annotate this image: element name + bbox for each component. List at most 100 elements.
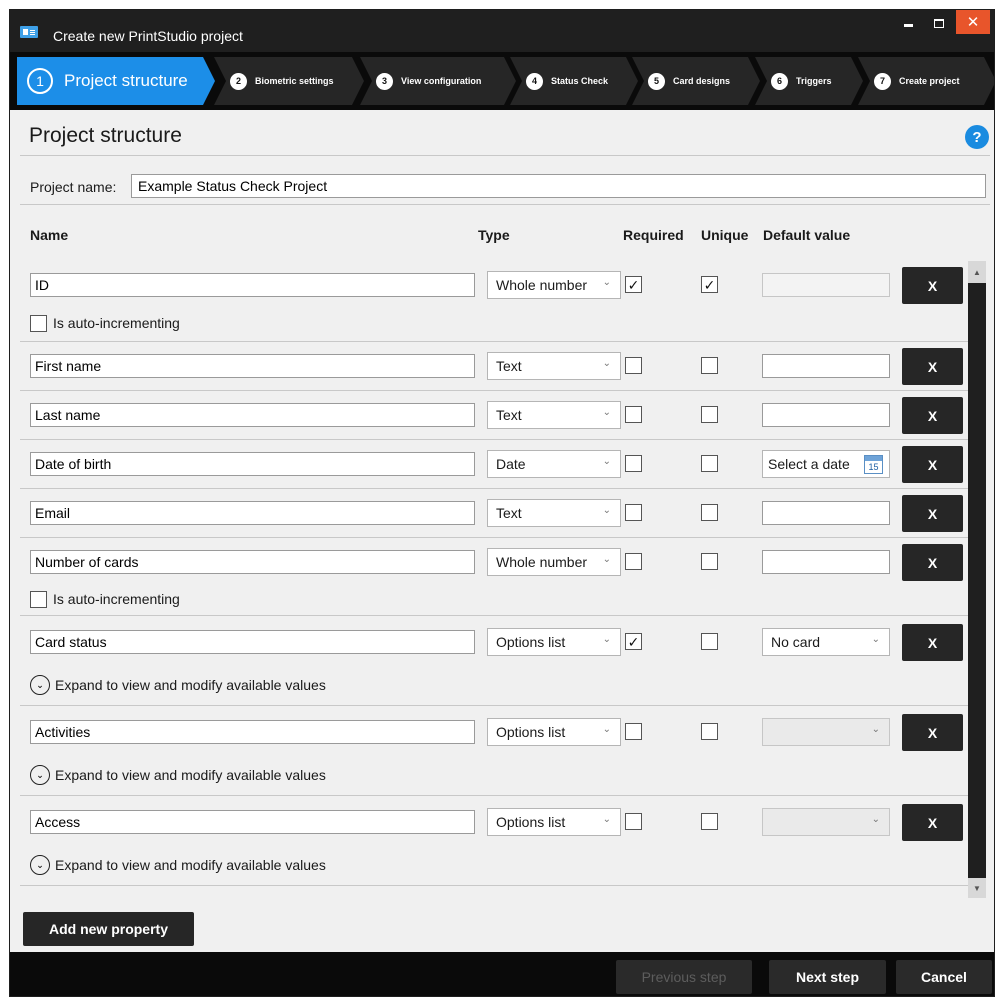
delete-property-button[interactable]: X bbox=[902, 495, 963, 532]
property-name-input[interactable] bbox=[30, 720, 475, 744]
delete-property-button[interactable]: X bbox=[902, 348, 963, 385]
property-name-input[interactable] bbox=[30, 810, 475, 834]
step-number: 6 bbox=[771, 73, 788, 90]
scroll-up-arrow-icon[interactable]: ▲ bbox=[968, 261, 986, 283]
property-row-date-of-birth: Date ⌄ Select a date 15 X bbox=[20, 440, 970, 489]
required-checkbox[interactable] bbox=[625, 723, 642, 740]
required-checkbox[interactable] bbox=[625, 406, 642, 423]
date-picker-placeholder: Select a date bbox=[768, 456, 850, 472]
property-type-select[interactable]: Text ⌄ bbox=[487, 352, 621, 380]
default-value-select[interactable]: No card ⌄ bbox=[762, 628, 890, 656]
default-value-input[interactable] bbox=[762, 550, 890, 574]
property-type-select[interactable]: Text ⌄ bbox=[487, 401, 621, 429]
property-type-select[interactable]: Whole number ⌄ bbox=[487, 548, 621, 576]
checkbox-box[interactable] bbox=[30, 590, 47, 608]
help-icon[interactable]: ? bbox=[965, 125, 989, 149]
property-name-input[interactable] bbox=[30, 403, 475, 427]
property-name-input[interactable] bbox=[30, 550, 475, 574]
step-biometric-settings[interactable]: 2 Biometric settings bbox=[214, 57, 364, 105]
close-window-button[interactable]: ✕ bbox=[956, 10, 990, 34]
chevron-down-icon: ⌄ bbox=[602, 456, 611, 467]
maximize-icon bbox=[934, 18, 944, 28]
default-value-input[interactable] bbox=[762, 273, 890, 297]
chevron-down-icon: ⌄ bbox=[871, 634, 880, 645]
step-view-configuration[interactable]: 3 View configuration bbox=[360, 57, 516, 105]
delete-property-button[interactable]: X bbox=[902, 714, 963, 751]
step-card-designs[interactable]: 5 Card designs bbox=[632, 57, 760, 105]
delete-property-button[interactable]: X bbox=[902, 804, 963, 841]
expand-values-toggle[interactable]: ⌄ Expand to view and modify available va… bbox=[30, 765, 326, 785]
auto-increment-label: Is auto-incrementing bbox=[53, 315, 180, 332]
expand-values-label: Expand to view and modify available valu… bbox=[55, 677, 326, 693]
expand-values-toggle[interactable]: ⌄ Expand to view and modify available va… bbox=[30, 675, 326, 695]
property-type-select[interactable]: Options list ⌄ bbox=[487, 628, 621, 656]
step-label: Card designs bbox=[673, 76, 731, 86]
vertical-scrollbar[interactable]: ▲ ▼ bbox=[968, 261, 986, 898]
unique-checkbox[interactable] bbox=[701, 455, 718, 472]
unique-checkbox[interactable] bbox=[701, 406, 718, 423]
unique-checkbox[interactable]: ✓ bbox=[701, 276, 718, 293]
unique-checkbox[interactable] bbox=[701, 723, 718, 740]
property-type-select[interactable]: Options list ⌄ bbox=[487, 718, 621, 746]
project-name-input[interactable] bbox=[131, 174, 986, 198]
property-type-select[interactable]: Text ⌄ bbox=[487, 499, 621, 527]
unique-checkbox[interactable] bbox=[701, 357, 718, 374]
step-status-check[interactable]: 4 Status Check bbox=[510, 57, 638, 105]
unique-checkbox[interactable] bbox=[701, 504, 718, 521]
default-value-input[interactable] bbox=[762, 501, 890, 525]
delete-property-button[interactable]: X bbox=[902, 397, 963, 434]
column-header-default-value: Default value bbox=[763, 227, 851, 243]
delete-property-button[interactable]: X bbox=[902, 267, 963, 304]
previous-step-button[interactable]: Previous step bbox=[616, 960, 752, 994]
unique-checkbox[interactable] bbox=[701, 813, 718, 830]
step-triggers[interactable]: 6 Triggers bbox=[755, 57, 863, 105]
property-type-value: Date bbox=[496, 456, 526, 472]
default-value-select[interactable]: ⌄ bbox=[762, 808, 890, 836]
property-row-number-of-cards: Whole number ⌄ X Is auto-incrementing bbox=[20, 538, 970, 616]
unique-checkbox[interactable] bbox=[701, 553, 718, 570]
default-value-input[interactable] bbox=[762, 354, 890, 378]
required-checkbox[interactable] bbox=[625, 504, 642, 521]
column-header-required: Required bbox=[623, 227, 684, 243]
delete-property-button[interactable]: X bbox=[902, 624, 963, 661]
property-type-select[interactable]: Options list ⌄ bbox=[487, 808, 621, 836]
minimize-button[interactable] bbox=[893, 10, 923, 36]
cancel-button[interactable]: Cancel bbox=[896, 960, 992, 994]
property-name-input[interactable] bbox=[30, 354, 475, 378]
required-checkbox[interactable] bbox=[625, 455, 642, 472]
expand-values-toggle[interactable]: ⌄ Expand to view and modify available va… bbox=[30, 855, 326, 875]
property-name-input[interactable] bbox=[30, 452, 475, 476]
step-create-project[interactable]: 7 Create project bbox=[858, 57, 995, 105]
unique-checkbox[interactable] bbox=[701, 633, 718, 650]
property-name-input[interactable] bbox=[30, 630, 475, 654]
required-checkbox[interactable] bbox=[625, 553, 642, 570]
property-row-card-status: Options list ⌄ ✓ No card ⌄ X ⌄ Expand to v… bbox=[20, 616, 970, 706]
default-value-select[interactable]: ⌄ bbox=[762, 718, 890, 746]
property-name-input[interactable] bbox=[30, 501, 475, 525]
property-type-select[interactable]: Whole number ⌄ bbox=[487, 271, 621, 299]
required-checkbox[interactable]: ✓ bbox=[625, 633, 642, 650]
property-name-input[interactable] bbox=[30, 273, 475, 297]
expand-values-label: Expand to view and modify available valu… bbox=[55, 857, 326, 873]
property-type-select[interactable]: Date ⌄ bbox=[487, 450, 621, 478]
add-new-property-button[interactable]: Add new property bbox=[23, 912, 194, 946]
maximize-button[interactable] bbox=[924, 10, 954, 36]
step-label: Biometric settings bbox=[255, 76, 334, 86]
required-checkbox[interactable] bbox=[625, 813, 642, 830]
delete-property-button[interactable]: X bbox=[902, 544, 963, 581]
auto-increment-checkbox[interactable]: Is auto-incrementing bbox=[30, 314, 180, 332]
calendar-icon[interactable]: 15 bbox=[864, 455, 883, 474]
step-project-structure[interactable]: 1 Project structure bbox=[17, 57, 215, 105]
scroll-down-arrow-icon[interactable]: ▼ bbox=[968, 878, 986, 898]
default-value-input[interactable] bbox=[762, 403, 890, 427]
delete-property-button[interactable]: X bbox=[902, 446, 963, 483]
chevron-down-icon: ⌄ bbox=[871, 814, 880, 825]
required-checkbox[interactable]: ✓ bbox=[625, 276, 642, 293]
checkbox-box[interactable] bbox=[30, 314, 47, 332]
required-checkbox[interactable] bbox=[625, 357, 642, 374]
default-date-picker[interactable]: Select a date 15 bbox=[762, 450, 890, 478]
auto-increment-checkbox[interactable]: Is auto-incrementing bbox=[30, 590, 180, 608]
chevron-down-icon: ⌄ bbox=[602, 814, 611, 825]
property-row-access: Options list ⌄ ⌄ X ⌄ Expand to view and m… bbox=[20, 796, 970, 886]
next-step-button[interactable]: Next step bbox=[769, 960, 886, 994]
